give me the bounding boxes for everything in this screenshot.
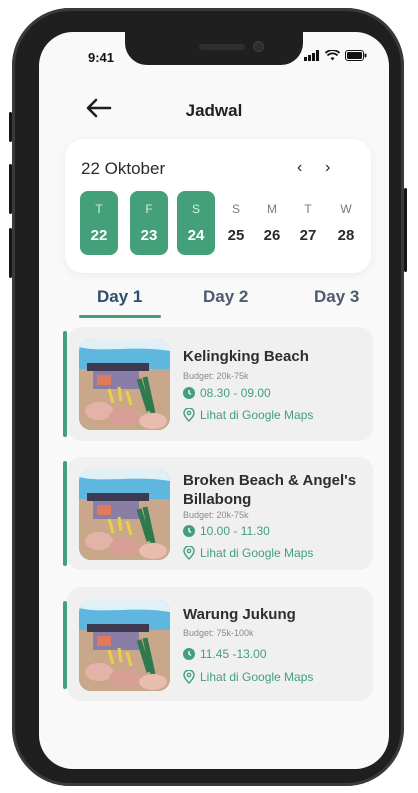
place-time: 11.45 -13.00	[200, 647, 267, 661]
signal-icon	[304, 50, 319, 61]
calendar-card: 22 Oktober ‹ › T 22 F 23 S 24 S 25 M 26	[65, 139, 371, 273]
screen: 9:41 Jadwal 22 Oktober ‹ › T 22 F 23 S 2…	[39, 32, 389, 769]
maps-link-label: Lihat di Google Maps	[200, 546, 314, 560]
camera	[253, 41, 264, 52]
tab-day-3[interactable]: Day 3	[314, 287, 359, 307]
battery-icon	[345, 50, 367, 61]
day-name: S	[231, 202, 240, 216]
place-time: 10.00 - 11.30	[200, 524, 270, 538]
status-time: 9:41	[88, 50, 115, 65]
calendar-day[interactable]: F 23	[130, 191, 168, 255]
volume-down-button	[9, 228, 12, 278]
place-thumbnail	[79, 469, 170, 560]
card-accent-bar	[63, 331, 67, 437]
notch	[125, 32, 303, 65]
day-name: W	[340, 202, 352, 216]
place-budget: Budget: 20k-75k	[183, 371, 249, 381]
calendar-day[interactable]: W 28	[327, 191, 365, 255]
clock-icon	[183, 525, 195, 537]
next-month-button[interactable]: ›	[325, 159, 330, 177]
card-accent-bar	[63, 461, 67, 566]
day-name: T	[95, 202, 103, 216]
wifi-icon	[325, 50, 340, 61]
maps-link-label: Lihat di Google Maps	[200, 408, 314, 422]
prev-month-button[interactable]: ‹	[297, 159, 302, 177]
time-row: 10.00 - 11.30	[183, 524, 270, 538]
location-pin-icon	[183, 670, 195, 684]
maps-link[interactable]: Lihat di Google Maps	[183, 670, 313, 684]
location-pin-icon	[183, 546, 195, 560]
schedule-card[interactable]: Warung Jukung Budget: 75k-100k 11.45 -13…	[63, 587, 373, 701]
power-button	[404, 188, 407, 272]
maps-link[interactable]: Lihat di Google Maps	[183, 408, 313, 422]
card-accent-bar	[63, 601, 67, 689]
day-date: 24	[187, 227, 205, 244]
active-tab-indicator	[79, 315, 161, 318]
day-date: 28	[337, 227, 355, 244]
day-name: M	[267, 202, 277, 216]
calendar-day[interactable]: T 27	[289, 191, 327, 255]
phone-frame: 9:41 Jadwal 22 Oktober ‹ › T 22 F 23 S 2…	[9, 8, 407, 786]
calendar-day[interactable]: S 24	[177, 191, 215, 255]
clock-icon	[183, 387, 195, 399]
day-name: S	[191, 202, 200, 216]
clock-icon	[183, 648, 195, 660]
day-name: F	[145, 202, 153, 216]
place-time: 08.30 - 09.00	[200, 386, 271, 400]
day-date: 26	[263, 227, 281, 244]
day-date: 25	[227, 227, 245, 244]
time-row: 08.30 - 09.00	[183, 386, 271, 400]
calendar-day[interactable]: T 22	[80, 191, 118, 255]
place-budget: Budget: 20k-75k	[183, 510, 249, 520]
place-title: Broken Beach & Angel's Billabong	[183, 472, 357, 508]
day-date: 23	[140, 227, 158, 244]
place-title: Kelingking Beach	[183, 348, 309, 365]
place-title: Warung Jukung	[183, 606, 296, 623]
schedule-card[interactable]: Broken Beach & Angel's Billabong Budget:…	[63, 457, 373, 570]
location-pin-icon	[183, 408, 195, 422]
maps-link[interactable]: Lihat di Google Maps	[183, 546, 313, 560]
day-name: T	[304, 202, 312, 216]
mute-button	[9, 112, 12, 142]
schedule-card[interactable]: Kelingking Beach Budget: 20k-75k 08.30 -…	[63, 327, 373, 441]
status-icons	[304, 50, 367, 61]
place-budget: Budget: 75k-100k	[183, 628, 254, 638]
maps-link-label: Lihat di Google Maps	[200, 670, 314, 684]
place-thumbnail	[79, 600, 170, 691]
time-row: 11.45 -13.00	[183, 647, 267, 661]
page-title: Jadwal	[185, 101, 243, 120]
day-date: 27	[299, 227, 317, 244]
speaker	[199, 44, 245, 50]
calendar-day[interactable]: S 25	[217, 191, 255, 255]
day-date: 22	[90, 227, 108, 244]
calendar-month: 22 Oktober	[81, 159, 166, 178]
tab-day-1[interactable]: Day 1	[97, 287, 142, 307]
place-thumbnail	[79, 339, 170, 430]
volume-up-button	[9, 164, 12, 214]
calendar-day[interactable]: M 26	[253, 191, 291, 255]
tab-day-2[interactable]: Day 2	[203, 287, 248, 307]
